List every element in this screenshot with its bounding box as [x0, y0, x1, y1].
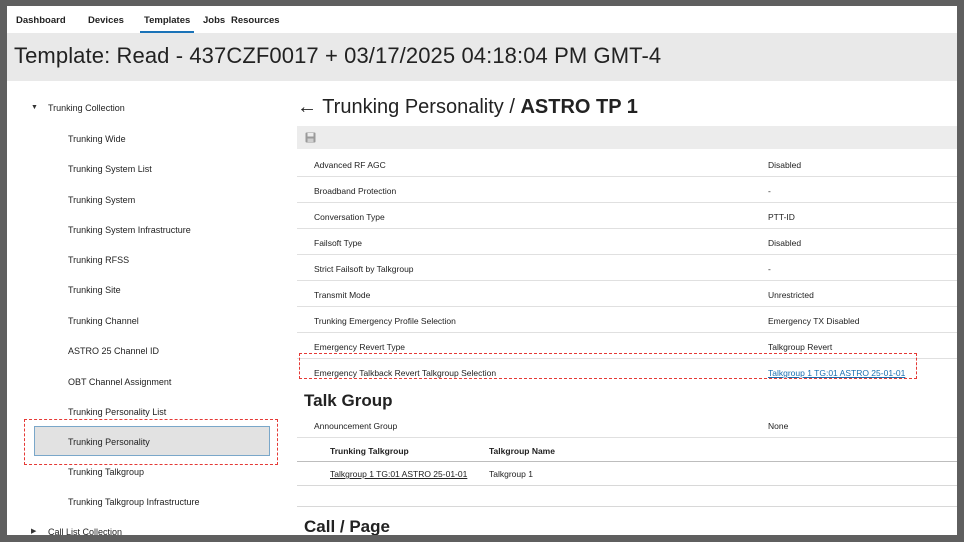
property-row: Failsoft Type Disabled [297, 229, 957, 255]
property-value: Disabled [768, 238, 802, 248]
tree-item-label: Trunking RFSS [68, 255, 130, 265]
column-header-talkgroup-name[interactable]: Talkgroup Name [489, 446, 555, 456]
tree-item-trunking-collection[interactable]: ▼ Trunking Collection [7, 93, 281, 123]
tree-item-trunking-channel[interactable]: Trunking Channel [7, 306, 281, 336]
tree-item-trunking-system-infrastructure[interactable]: Trunking System Infrastructure [7, 215, 281, 245]
property-row: Advanced RF AGC Disabled [297, 151, 957, 177]
property-row: Conversation Type PTT-ID [297, 203, 957, 229]
table-header-divider [297, 461, 957, 462]
row-divider [297, 485, 957, 486]
tree-item-label: Trunking System Infrastructure [68, 225, 191, 235]
tree-item-label: Trunking Channel [68, 316, 139, 326]
property-value: Talkgroup 1 TG:01 ASTRO 25-01-01 [768, 368, 905, 378]
property-key: Strict Failsoft by Talkgroup [314, 264, 414, 274]
tree-item-trunking-site[interactable]: Trunking Site [7, 275, 281, 305]
page-title: Template: Read - 437CZF0017 + 03/17/2025… [14, 43, 662, 68]
property-row: Transmit Mode Unrestricted [297, 281, 957, 307]
property-key: Trunking Emergency Profile Selection [314, 316, 456, 326]
property-key: Conversation Type [314, 212, 385, 222]
save-icon[interactable] [305, 132, 316, 143]
nav-dashboard[interactable]: Dashboard [16, 15, 66, 27]
tree-item-label: Trunking Site [68, 285, 121, 295]
breadcrumb-separator: / [503, 96, 521, 118]
property-key: Emergency Talkback Revert Talkgroup Sele… [314, 368, 497, 378]
property-value: Disabled [768, 160, 802, 170]
top-nav: Dashboard Devices Templates Jobs Resourc… [7, 6, 957, 33]
title-bar: Template: Read - 437CZF0017 + 03/17/2025… [7, 33, 957, 81]
tree-item-label: Call List Collection [48, 527, 123, 537]
breadcrumb-current: ASTRO TP 1 [520, 96, 638, 118]
tree-item-label: Trunking Personality [68, 437, 150, 447]
template-tree: ▼ Trunking Collection Trunking Wide Trun… [7, 81, 281, 537]
property-row: Strict Failsoft by Talkgroup - [297, 255, 957, 281]
tree-item-trunking-personality[interactable]: Trunking Personality [7, 427, 281, 457]
breadcrumb-parent[interactable]: Trunking Personality [322, 96, 504, 118]
call-page-heading: Call / Page [304, 517, 390, 536]
tree-item-obt-channel-assignment[interactable]: OBT Channel Assignment [7, 367, 281, 397]
nav-templates[interactable]: Templates [139, 15, 195, 33]
nav-devices[interactable]: Devices [88, 15, 124, 27]
tree-item-label: Trunking System [68, 195, 136, 205]
property-key: Advanced RF AGC [314, 160, 386, 170]
tree-item-label: Trunking Talkgroup [68, 467, 145, 477]
talkgroup-link[interactable]: Talkgroup 1 TG:01 ASTRO 25-01-01 [768, 368, 905, 378]
detail-panel: ← Trunking Personality / ASTRO TP 1 Adva… [287, 81, 957, 536]
property-value: PTT-ID [768, 212, 795, 222]
tree-item-astro-25-channel-id[interactable]: ASTRO 25 Channel ID [7, 336, 281, 366]
property-key: Failsoft Type [314, 238, 363, 248]
property-key: Emergency Revert Type [314, 342, 406, 352]
tree-item-call-list-collection[interactable]: ▶ Call List Collection [7, 517, 281, 537]
tree-item-trunking-system-list[interactable]: Trunking System List [7, 154, 281, 184]
property-key: Transmit Mode [314, 290, 371, 300]
property-value: Emergency TX Disabled [768, 316, 860, 326]
tree-item-label: Trunking Wide [68, 134, 126, 144]
tree-item-trunking-wide[interactable]: Trunking Wide [7, 124, 281, 154]
caret-right-icon[interactable]: ▶ [31, 517, 36, 535]
caret-down-icon[interactable]: ▼ [31, 93, 38, 123]
property-value: None [768, 421, 789, 431]
property-row: Broadband Protection - [297, 177, 957, 203]
nav-resources[interactable]: Resources [231, 15, 280, 27]
tree-item-label: Trunking Collection [48, 103, 125, 113]
property-value: Talkgroup Revert [768, 342, 833, 352]
tree-item-label: ASTRO 25 Channel ID [68, 346, 160, 356]
tree-item-trunking-personality-list[interactable]: Trunking Personality List [7, 397, 281, 427]
property-value: Unrestricted [768, 290, 814, 300]
property-value: - [768, 186, 771, 196]
tree-item-label: Trunking Talkgroup Infrastructure [68, 497, 200, 507]
tree-item-trunking-talkgroup[interactable]: Trunking Talkgroup [7, 457, 281, 487]
tree-item-trunking-rfss[interactable]: Trunking RFSS [7, 245, 281, 275]
talk-group-heading: Talk Group [304, 391, 393, 410]
tree-item-trunking-system[interactable]: Trunking System [7, 185, 281, 215]
property-row: Emergency Revert Type Talkgroup Revert [297, 333, 957, 359]
breadcrumb: ← Trunking Personality / ASTRO TP 1 [297, 96, 638, 119]
property-row: Announcement Group None [297, 412, 957, 438]
property-key: Broadband Protection [314, 186, 397, 196]
tree-item-trunking-talkgroup-infrastructure[interactable]: Trunking Talkgroup Infrastructure [7, 487, 281, 517]
talkgroup-link[interactable]: Talkgroup 1 TG:01 ASTRO 25-01-01 [330, 469, 467, 479]
section-divider [297, 506, 957, 507]
property-row: Trunking Emergency Profile Selection Eme… [297, 307, 957, 333]
talkgroup-name: Talkgroup 1 [489, 469, 533, 479]
property-key: Announcement Group [314, 421, 398, 431]
tree-item-label: OBT Channel Assignment [68, 377, 172, 387]
tree-item-label: Trunking System List [68, 164, 152, 174]
toolbar [297, 126, 957, 149]
tree-item-label: Trunking Personality List [68, 407, 167, 417]
back-arrow-icon[interactable]: ← [297, 96, 317, 118]
property-row: Emergency Talkback Revert Talkgroup Sele… [297, 359, 957, 384]
app-window: Dashboard Devices Templates Jobs Resourc… [0, 0, 964, 542]
nav-jobs[interactable]: Jobs [203, 15, 225, 27]
column-header-trunking-talkgroup[interactable]: Trunking Talkgroup [330, 446, 409, 456]
property-value: - [768, 264, 771, 274]
